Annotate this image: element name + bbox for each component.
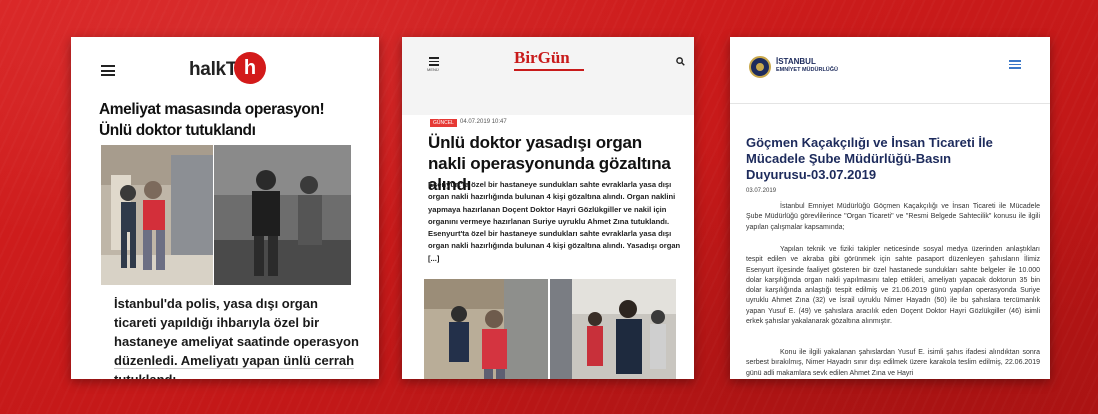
article-headline[interactable]: Ameliyat masasında operasyon! Ünlü dokto… [99, 99, 359, 141]
announcement-paragraph-1: İstanbul Emniyet Müdürlüğü Göçmen Kaçakç… [746, 203, 1040, 231]
article-photo-left [101, 145, 213, 285]
article-date: 04.07.2019 10:47 [460, 119, 507, 125]
hamburger-icon[interactable] [1009, 60, 1021, 69]
article-photo-left [424, 279, 548, 379]
brand-line-1: İSTANBUL [776, 57, 816, 66]
birgun-article-panel: MENÜ BirGün GÜNCEL 04.07.2019 10:47 Ünlü… [402, 37, 694, 379]
search-icon[interactable] [676, 57, 685, 66]
announcement-title: Göçmen Kaçakçılığı ve İnsan Ticareti İle… [746, 135, 993, 182]
article-body: Esenyurt'ta özel bir hastaneye sunduklar… [428, 180, 681, 263]
article-photo-right [214, 145, 351, 285]
emniyet-announcement-panel: İSTANBUL EMNİYET MÜDÜRLÜĞÜ Göçmen Kaçakç… [730, 37, 1050, 379]
logo-badge: h [234, 52, 266, 84]
article-caption: İstanbul'da polis, yasa dışı organ ticar… [114, 296, 359, 379]
menu-label: MENÜ [427, 67, 439, 72]
article-photo-right [550, 279, 676, 379]
brand-line-2: EMNİYET MÜDÜRLÜĞÜ [776, 67, 839, 73]
divider [114, 368, 354, 369]
site-header: halkTV h [71, 37, 379, 95]
announcement-paragraph-3: Konu ile ilgili yakalanan şahıslardan Yu… [746, 349, 1040, 377]
announcement-date: 03.07.2019 [746, 188, 777, 194]
hamburger-icon[interactable] [101, 65, 115, 76]
halktv-article-panel: halkTV h Ameliyat masasında operasyon! Ü… [71, 37, 379, 379]
category-badge[interactable]: GÜNCEL [430, 119, 457, 127]
announcement-paragraph-2: Yapılan teknik ve fiziki takipler netice… [746, 246, 1040, 326]
site-logo[interactable]: BirGün [514, 48, 570, 68]
logo-underline [514, 69, 584, 71]
police-emblem-icon[interactable] [749, 56, 771, 78]
site-header: İSTANBUL EMNİYET MÜDÜRLÜĞÜ [730, 37, 1050, 104]
